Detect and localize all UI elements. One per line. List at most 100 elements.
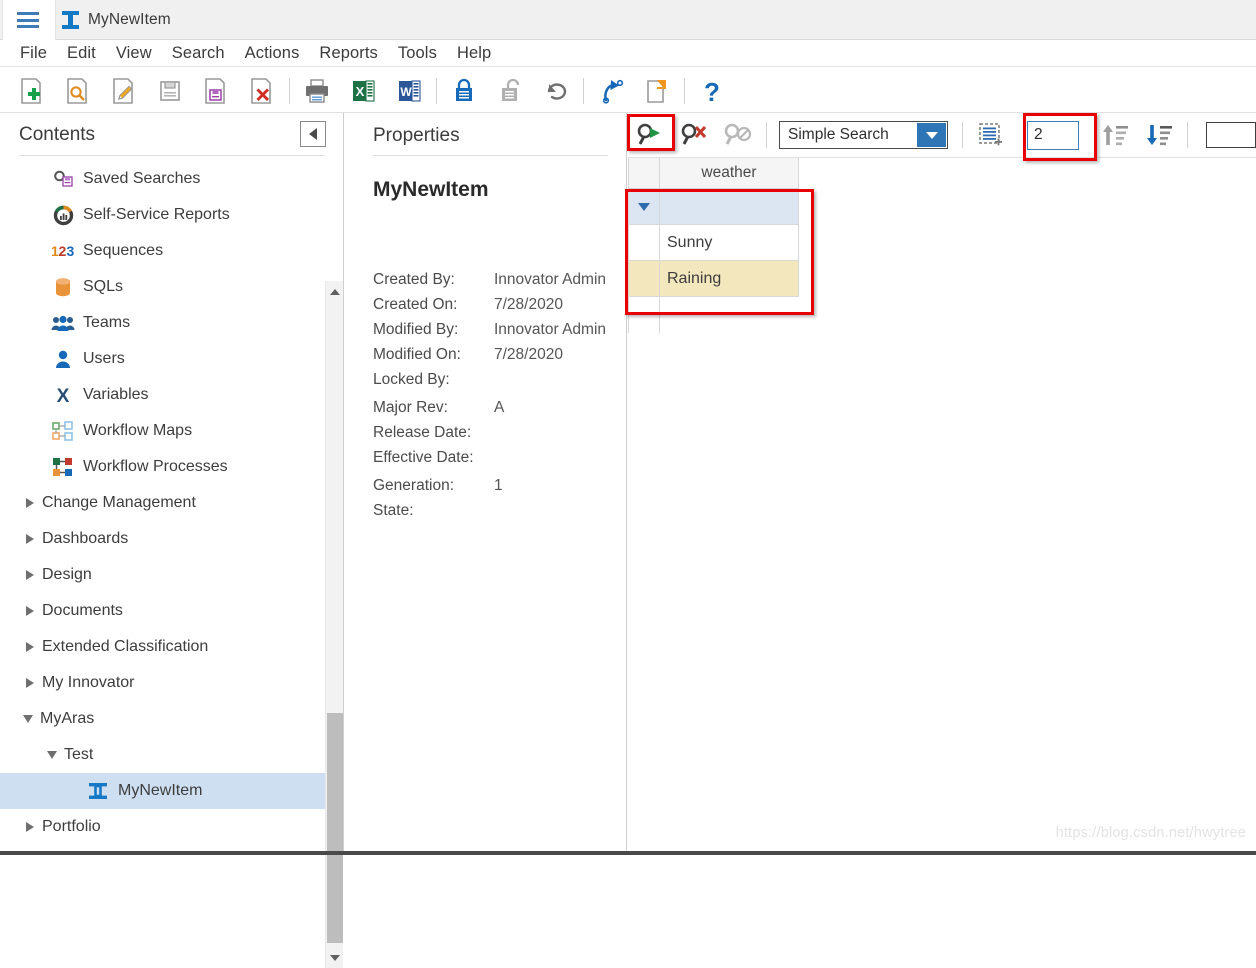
sidebar-item-myaras[interactable]: MyAras	[0, 701, 325, 737]
search-criteria-cell-weather[interactable]	[660, 189, 799, 225]
cell-weather[interactable]: Raining	[660, 261, 799, 297]
window-bottom-bar	[0, 851, 1256, 855]
print-button[interactable]	[294, 72, 340, 110]
search-item-button[interactable]	[55, 72, 101, 110]
row-dropdown-triangle-icon	[638, 203, 650, 211]
sidebar-item-label: MyAras	[40, 710, 94, 728]
twisty-collapsed-icon[interactable]	[18, 822, 42, 832]
save-floppy-icon	[157, 77, 183, 105]
sidebar-item-users[interactable]: Users	[0, 341, 325, 377]
search-mode-label: Simple Search	[780, 126, 889, 144]
new-item-button[interactable]	[9, 72, 55, 110]
unlock-button[interactable]	[487, 72, 533, 110]
contents-header: Contents	[0, 113, 344, 158]
sort-descending-button[interactable]	[1137, 116, 1181, 154]
sidebar-item-mynewitem[interactable]: MyNewItem	[0, 773, 325, 809]
sidebar-item-teams[interactable]: Teams	[0, 305, 325, 341]
sidebar-item-change-management[interactable]: Change Management	[0, 485, 325, 521]
sidebar-item-portfolio[interactable]: Portfolio	[0, 809, 325, 845]
sidebar-item-sequences[interactable]: 1 2 3 Sequences	[0, 233, 325, 269]
row-gutter[interactable]	[628, 225, 660, 261]
page-size-input[interactable]	[1027, 121, 1079, 150]
row-dropdown-button[interactable]	[628, 189, 660, 225]
cell-weather[interactable]: Sunny	[660, 225, 799, 261]
menu-item-help[interactable]: Help	[447, 44, 501, 63]
twisty-collapsed-icon[interactable]	[18, 678, 42, 688]
delete-button[interactable]	[239, 72, 285, 110]
lock-button[interactable]	[441, 72, 487, 110]
sidebar-item-workflow-maps[interactable]: Workflow Maps	[0, 413, 325, 449]
scroll-up-arrow-icon[interactable]	[326, 283, 344, 300]
promote-button[interactable]	[588, 72, 634, 110]
property-row-state: State:	[373, 502, 623, 527]
save-button[interactable]	[147, 72, 193, 110]
property-row-generation: Generation: 1	[373, 477, 623, 502]
twisty-expanded-icon[interactable]	[16, 715, 40, 723]
sidebar-item-dashboards[interactable]: Dashboards	[0, 521, 325, 557]
search-mode-select[interactable]: Simple Search	[779, 121, 948, 149]
sidebar-item-my-innovator[interactable]: My Innovator	[0, 665, 325, 701]
sidebar-item-label: MyNewItem	[118, 782, 202, 800]
menu-item-reports[interactable]: Reports	[309, 44, 387, 63]
grid-corner-cell[interactable]	[628, 158, 660, 189]
sidebar-item-self-service-reports[interactable]: Self-Service Reports	[0, 197, 325, 233]
grid-column-header-weather[interactable]: weather	[660, 158, 799, 189]
select-all-rows-button[interactable]	[969, 116, 1013, 154]
menu-item-search[interactable]: Search	[162, 44, 235, 63]
table-row[interactable]: Sunny	[628, 225, 1256, 261]
disable-search-icon	[723, 122, 753, 148]
chevron-down-icon[interactable]	[917, 123, 946, 147]
property-label: Created By:	[373, 271, 494, 289]
sidebar-item-documents[interactable]: Documents	[0, 593, 325, 629]
table-row[interactable]: Raining	[628, 261, 1256, 297]
page-number-input[interactable]	[1206, 122, 1256, 148]
active-tab[interactable]: MyNewItem	[62, 0, 171, 40]
save-as-button[interactable]	[193, 72, 239, 110]
twisty-collapsed-icon[interactable]	[18, 570, 42, 580]
sidebar-item-workflow-processes[interactable]: Workflow Processes	[0, 449, 325, 485]
excel-icon: X	[349, 77, 377, 105]
sidebar-item-label: Test	[64, 746, 93, 764]
twisty-collapsed-icon[interactable]	[18, 498, 42, 508]
menu-item-actions[interactable]: Actions	[235, 44, 310, 63]
property-value: 1	[494, 477, 503, 495]
twisty-expanded-icon[interactable]	[40, 751, 64, 759]
sidebar-item-design[interactable]: Design	[0, 557, 325, 593]
grid-search-row[interactable]	[628, 189, 1256, 225]
disable-search-button[interactable]	[716, 116, 760, 154]
sidebar-item-extended-classification[interactable]: Extended Classification	[0, 629, 325, 665]
undo-button[interactable]	[533, 72, 579, 110]
sidebar-item-test[interactable]: Test	[0, 737, 325, 773]
menu-item-edit[interactable]: Edit	[57, 44, 106, 63]
export-word-button[interactable]: W	[386, 72, 432, 110]
hamburger-icon[interactable]	[17, 12, 39, 28]
sidebar-scrollbar[interactable]	[325, 281, 343, 968]
export-excel-button[interactable]: X	[340, 72, 386, 110]
svg-text:W: W	[400, 85, 412, 99]
clear-search-button[interactable]	[672, 116, 716, 154]
sidebar-item-variables[interactable]: X Variables	[0, 377, 325, 413]
row-gutter[interactable]	[628, 261, 660, 297]
twisty-collapsed-icon[interactable]	[18, 606, 42, 616]
menu-item-view[interactable]: View	[106, 44, 162, 63]
sidebar-item-saved-searches[interactable]: Saved Searches	[0, 161, 325, 197]
scrollbar-thumb[interactable]	[327, 713, 343, 943]
edit-item-button[interactable]	[101, 72, 147, 110]
main-toolbar: X W	[0, 68, 1256, 113]
collapse-panel-button[interactable]	[300, 121, 326, 147]
twisty-collapsed-icon[interactable]	[18, 642, 42, 652]
menu-item-file[interactable]: File	[10, 44, 57, 63]
menu-item-tools[interactable]: Tools	[388, 44, 447, 63]
sidebar-item-sqls[interactable]: SQLs	[0, 269, 325, 305]
run-search-button[interactable]	[628, 116, 672, 154]
twisty-collapsed-icon[interactable]	[18, 534, 42, 544]
sort-ascending-button[interactable]	[1093, 116, 1137, 154]
copy-button[interactable]	[634, 72, 680, 110]
document-delete-x-icon	[249, 77, 275, 105]
scroll-down-arrow-icon[interactable]	[326, 949, 344, 966]
property-label: Locked By:	[373, 371, 494, 389]
property-label: Modified On:	[373, 346, 494, 364]
contents-tree[interactable]: Saved Searches Self-Service Reports 1	[0, 161, 325, 855]
app-menu-tab[interactable]	[2, 0, 56, 40]
help-button[interactable]: ?	[689, 72, 735, 110]
